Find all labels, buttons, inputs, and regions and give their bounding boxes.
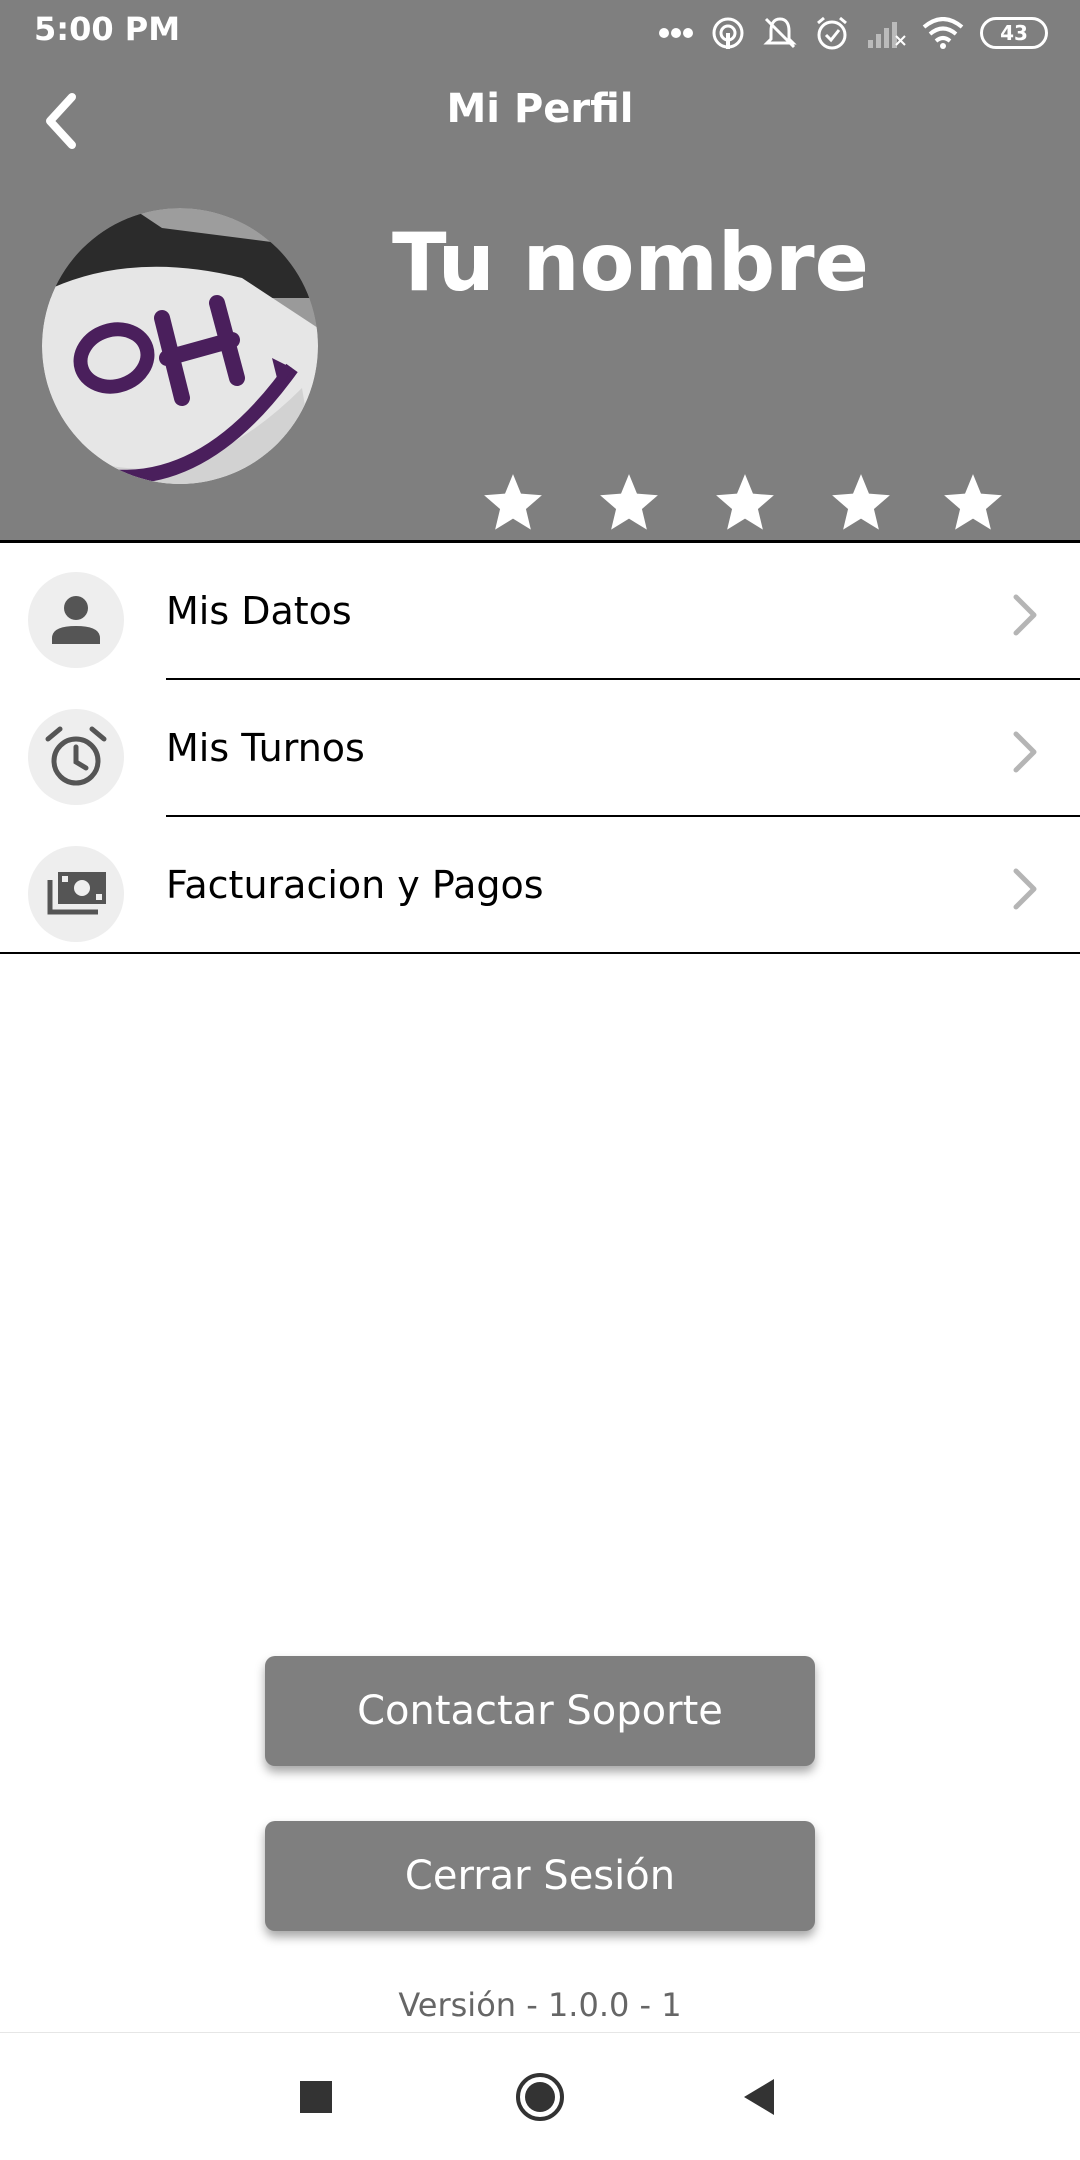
- alarm-clock-icon: [45, 726, 107, 786]
- system-nav-bar: [0, 2032, 1080, 2160]
- status-time: 5:00 PM: [34, 10, 181, 48]
- star-rating: [480, 470, 1010, 540]
- version-label: Versión - 1.0.0 - 1: [398, 1986, 682, 2024]
- logout-button[interactable]: Cerrar Sesión: [265, 1821, 815, 1931]
- menu-item-label: Facturacion y Pagos: [166, 863, 544, 907]
- menu-icon-circle: [28, 709, 124, 805]
- notifications-off-icon: [763, 17, 797, 49]
- profile-header: Mi Perfil Tu nombre: [0, 66, 1080, 542]
- battery-icon: 43: [980, 17, 1048, 49]
- star-icon: [484, 474, 542, 530]
- alarm-icon: [817, 16, 847, 50]
- menu-item-label: Mis Datos: [166, 589, 352, 633]
- profile-menu: Mis Datos Mis Turnos Facturacion y Pagos: [0, 543, 1080, 954]
- contact-support-button[interactable]: Contactar Soporte: [265, 1656, 815, 1766]
- battery-level: 43: [1000, 21, 1028, 45]
- menu-divider: [0, 952, 1080, 954]
- status-bar: 5:00 PM 43: [0, 0, 1080, 66]
- menu-icon-circle: [28, 846, 124, 942]
- money-icon: [47, 872, 106, 915]
- recents-button[interactable]: [284, 2065, 348, 2129]
- more-dots-icon: [659, 28, 693, 38]
- wifi-icon: [922, 17, 964, 49]
- square-icon: [300, 2081, 332, 2113]
- menu-item-mis-datos[interactable]: Mis Datos: [0, 543, 1080, 680]
- star-icon: [716, 474, 774, 530]
- signal-icon: [868, 22, 906, 48]
- avatar-image: [42, 208, 318, 484]
- page-title: Mi Perfil: [446, 86, 634, 132]
- star-icon: [600, 474, 658, 530]
- chevron-right-icon: [1013, 731, 1037, 773]
- avatar[interactable]: [42, 208, 318, 484]
- hotspot-icon: [712, 17, 744, 49]
- menu-item-label: Mis Turnos: [166, 726, 365, 770]
- menu-icon-circle: [28, 572, 124, 668]
- status-icons: 43: [658, 12, 1048, 54]
- home-button[interactable]: [508, 2065, 572, 2129]
- menu-item-facturacion-pagos[interactable]: Facturacion y Pagos: [0, 817, 1080, 954]
- star-icon: [944, 474, 1002, 530]
- menu-item-mis-turnos[interactable]: Mis Turnos: [0, 680, 1080, 817]
- profile-name: Tu nombre: [392, 216, 869, 309]
- triangle-back-icon: [744, 2079, 774, 2115]
- star-icon: [832, 474, 890, 530]
- back-nav-button[interactable]: [728, 2065, 792, 2129]
- person-icon: [52, 596, 100, 644]
- circle-icon: [516, 2073, 564, 2121]
- chevron-right-icon: [1013, 868, 1037, 910]
- chevron-right-icon: [1013, 594, 1037, 636]
